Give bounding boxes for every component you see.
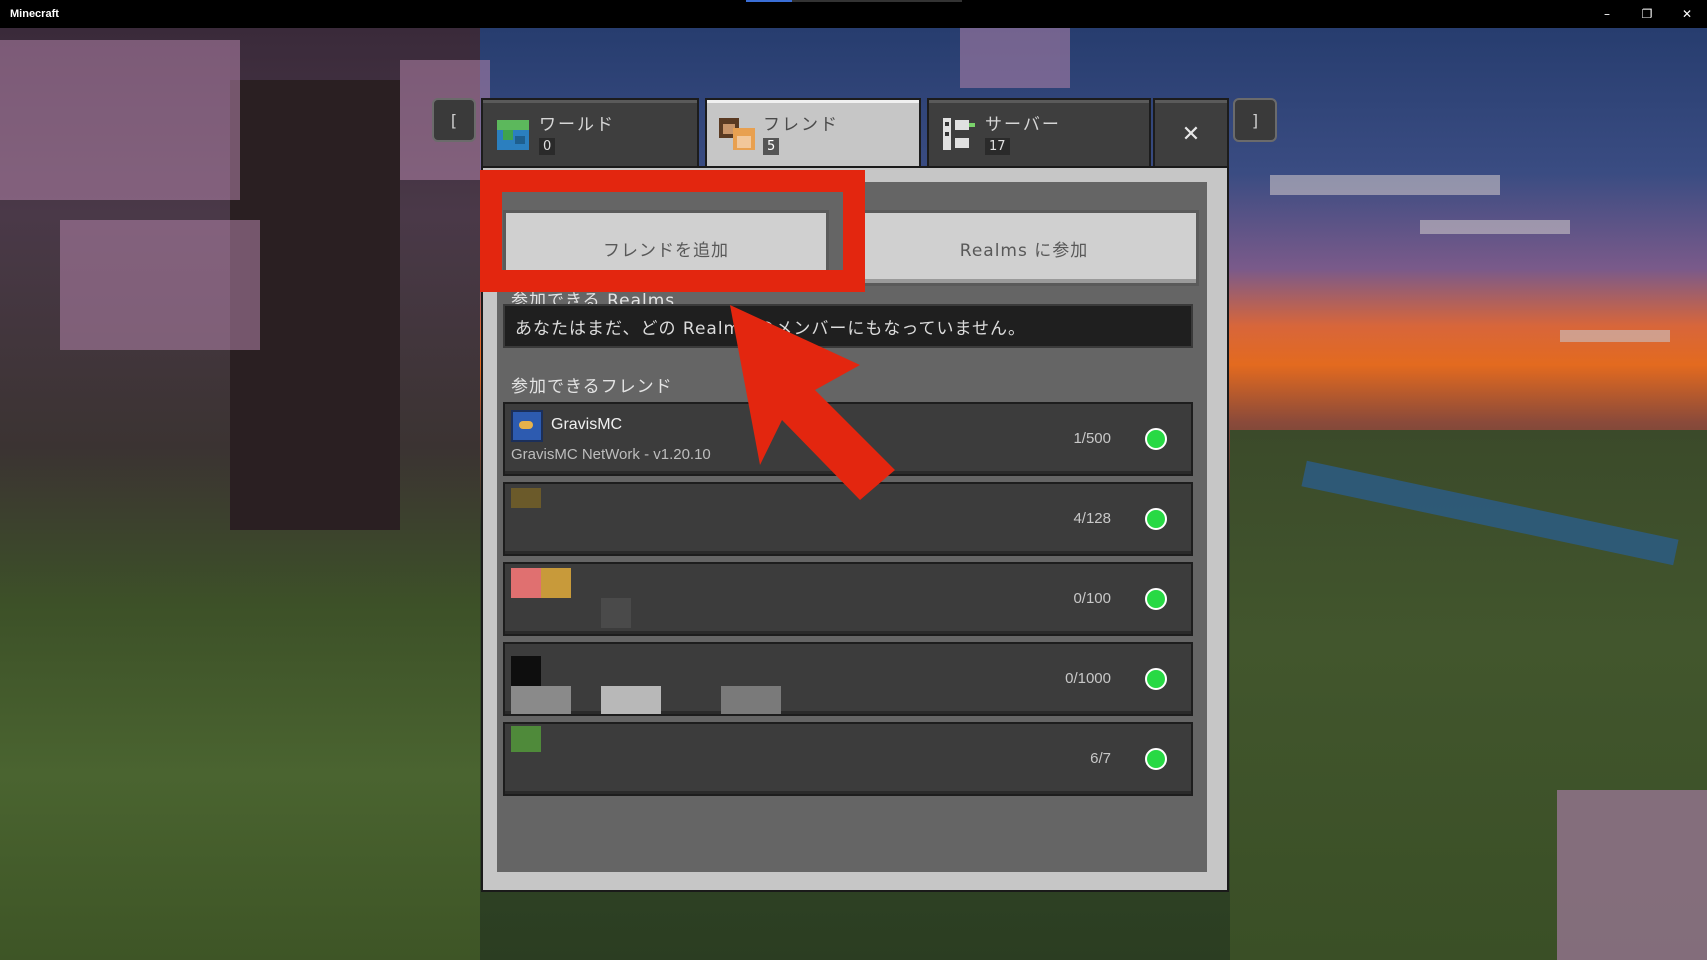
server-row[interactable]: 0/100 xyxy=(503,562,1193,636)
redacted-text xyxy=(721,686,781,714)
player-count: 6/7 xyxy=(1090,750,1111,767)
cloud xyxy=(1560,330,1670,342)
tab-servers[interactable]: サーバー 17 xyxy=(927,98,1151,170)
friends-icon xyxy=(719,118,755,150)
annotation-arrow-icon xyxy=(730,305,895,500)
server-name: GravisMC xyxy=(551,416,623,433)
server-icon xyxy=(943,118,975,150)
player-count: 0/1000 xyxy=(1065,670,1111,687)
friends-heading: 参加できるフレンド xyxy=(511,377,673,397)
join-realm-button[interactable]: Realms に参加 xyxy=(849,210,1199,286)
blossom xyxy=(0,40,240,200)
server-motd: GravisMC NetWork - v1.20.10 xyxy=(511,446,711,463)
tab-count-badge: 17 xyxy=(985,138,1010,155)
server-row[interactable]: 0/1000 xyxy=(503,642,1193,716)
online-status-icon xyxy=(1145,588,1167,610)
tab-label: ワールド xyxy=(539,115,615,135)
titlebar-accent xyxy=(792,0,962,2)
window-titlebar: Minecraft – ❐ ✕ xyxy=(0,0,1707,28)
redacted-icon xyxy=(511,488,541,508)
cloud xyxy=(1420,220,1570,234)
tab-worlds[interactable]: ワールド 0 xyxy=(481,98,699,170)
redacted-icon xyxy=(541,568,571,598)
prev-tab-button[interactable]: [ xyxy=(432,98,476,142)
server-row[interactable]: 6/7 xyxy=(503,722,1193,796)
blossom xyxy=(60,220,260,350)
tab-label: フレンド xyxy=(763,115,839,135)
online-status-icon xyxy=(1145,668,1167,690)
online-status-icon xyxy=(1145,748,1167,770)
window-title: Minecraft xyxy=(10,8,59,20)
titlebar-accent xyxy=(746,0,792,2)
close-window-button[interactable]: ✕ xyxy=(1667,0,1707,28)
restore-button[interactable]: ❐ xyxy=(1627,0,1667,28)
redacted-text xyxy=(601,598,631,628)
player-count: 4/128 xyxy=(1073,510,1111,527)
redacted-icon xyxy=(511,656,541,686)
annotation-highlight-box xyxy=(480,170,865,292)
close-button[interactable]: ✕ xyxy=(1153,98,1229,170)
blossom xyxy=(960,28,1070,88)
player-count: 1/500 xyxy=(1073,430,1111,447)
tab-friends[interactable]: フレンド 5 xyxy=(705,98,921,174)
redacted-text xyxy=(511,686,571,714)
redacted-icon xyxy=(511,568,541,598)
tab-label: サーバー xyxy=(985,115,1061,135)
tab-count-badge: 5 xyxy=(763,138,780,155)
minimize-button[interactable]: – xyxy=(1587,0,1627,28)
globe-icon xyxy=(497,120,529,150)
redacted-icon xyxy=(511,726,541,752)
tab-count-badge: 0 xyxy=(539,138,556,155)
blossom xyxy=(1557,790,1707,960)
online-status-icon xyxy=(1145,428,1167,450)
server-logo-icon xyxy=(511,410,543,442)
redacted-text xyxy=(601,686,661,714)
cloud xyxy=(1270,175,1500,195)
player-count: 0/100 xyxy=(1073,590,1111,607)
online-status-icon xyxy=(1145,508,1167,530)
window-controls: – ❐ ✕ xyxy=(1587,0,1707,28)
next-tab-button[interactable]: ] xyxy=(1233,98,1277,142)
